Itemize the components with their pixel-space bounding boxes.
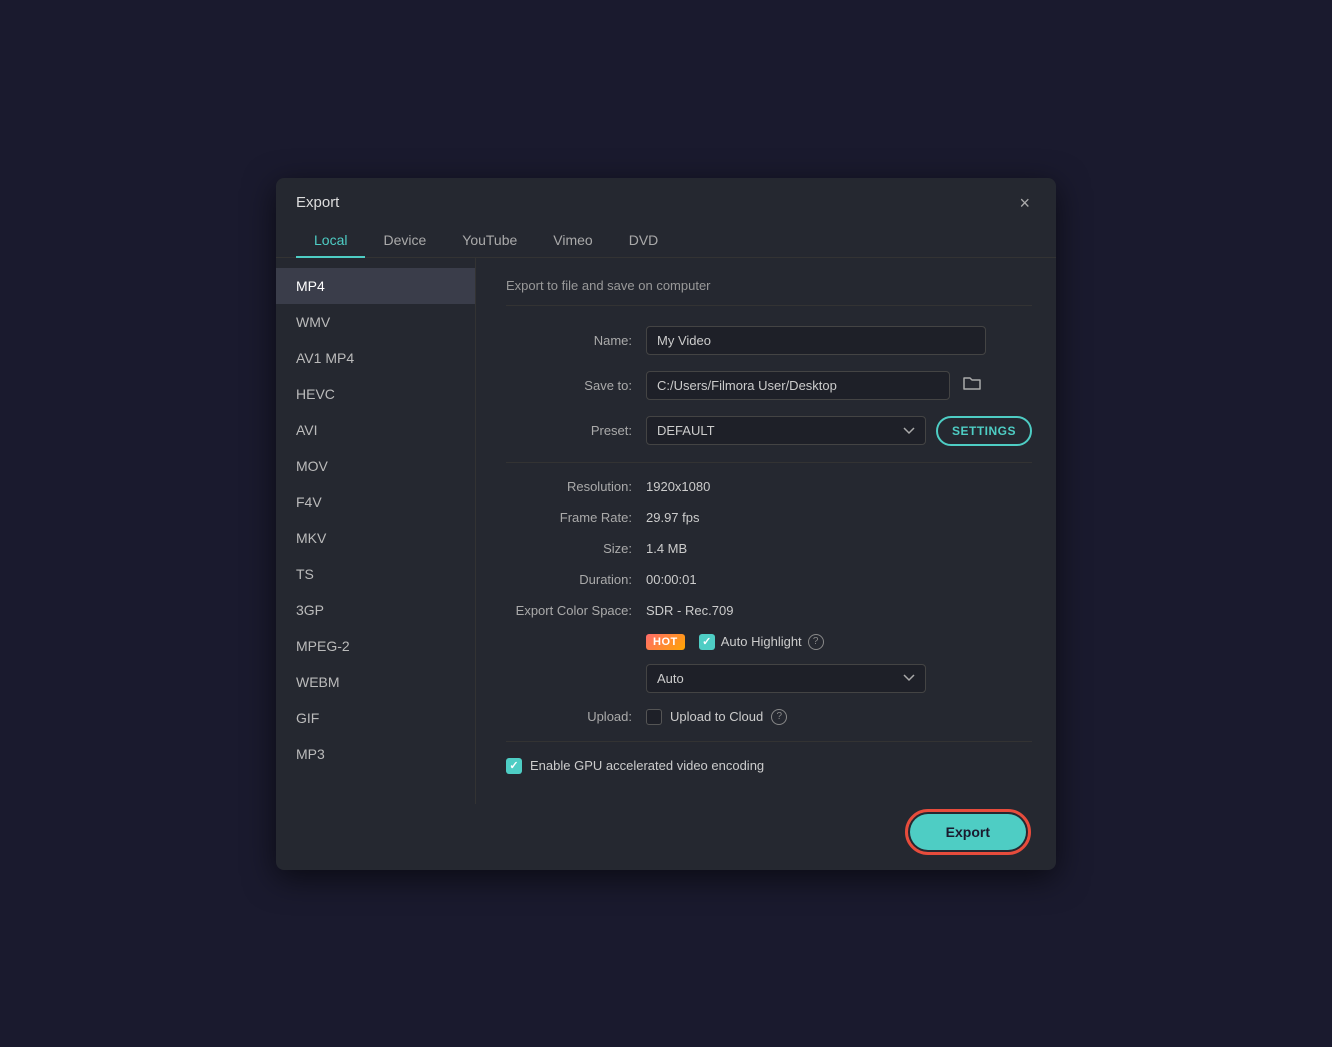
gpu-check-icon: ✓	[509, 759, 518, 772]
preset-label: Preset:	[506, 423, 646, 438]
format-item-webm[interactable]: WEBM	[276, 664, 475, 700]
auto-select-row: Auto	[506, 664, 1032, 693]
preset-select[interactable]: DEFAULT	[646, 416, 926, 445]
tab-dvd[interactable]: DVD	[611, 224, 677, 258]
gpu-label: Enable GPU accelerated video encoding	[530, 758, 764, 773]
close-button[interactable]: ×	[1013, 192, 1036, 214]
size-row: Size: 1.4 MB	[506, 541, 1032, 556]
name-row: Name:	[506, 326, 1032, 355]
auto-highlight-info-icon[interactable]: ?	[808, 634, 824, 650]
gpu-row: ✓ Enable GPU accelerated video encoding	[506, 741, 1032, 784]
preset-row: Preset: DEFAULT SETTINGS	[506, 416, 1032, 446]
resolution-row: Resolution: 1920x1080	[506, 479, 1032, 494]
upload-label: Upload:	[506, 709, 646, 724]
auto-highlight-label: Auto Highlight	[721, 634, 802, 649]
framerate-label: Frame Rate:	[506, 510, 646, 525]
upload-row: Upload: ✓ Upload to Cloud ?	[506, 709, 1032, 725]
upload-cloud-info-icon[interactable]: ?	[771, 709, 787, 725]
size-value: 1.4 MB	[646, 541, 687, 556]
format-item-mpeg2[interactable]: MPEG-2	[276, 628, 475, 664]
tab-bar: Local Device YouTube Vimeo DVD	[276, 214, 1056, 258]
size-label: Size:	[506, 541, 646, 556]
dialog-title: Export	[296, 194, 339, 211]
saveto-label: Save to:	[506, 378, 646, 393]
framerate-value: 29.97 fps	[646, 510, 700, 525]
format-item-ts[interactable]: TS	[276, 556, 475, 592]
gpu-checkbox[interactable]: ✓	[506, 758, 522, 774]
format-item-3gp[interactable]: 3GP	[276, 592, 475, 628]
colorspace-label: Export Color Space:	[506, 603, 646, 618]
format-item-f4v[interactable]: F4V	[276, 484, 475, 520]
format-item-mp3[interactable]: MP3	[276, 736, 475, 772]
format-item-mp4[interactable]: MP4	[276, 268, 475, 304]
colorspace-value: SDR - Rec.709	[646, 603, 733, 618]
auto-highlight-checkbox[interactable]: ✓	[699, 634, 715, 650]
export-dialog: Export × Local Device YouTube Vimeo DVD …	[276, 178, 1056, 870]
export-button[interactable]: Export	[910, 814, 1026, 850]
dialog-body: MP4 WMV AV1 MP4 HEVC AVI MOV F4V MKV TS …	[276, 258, 1056, 804]
resolution-label: Resolution:	[506, 479, 646, 494]
saveto-row: Save to:	[506, 371, 1032, 400]
resolution-value: 1920x1080	[646, 479, 710, 494]
tab-vimeo[interactable]: Vimeo	[535, 224, 610, 258]
format-item-mkv[interactable]: MKV	[276, 520, 475, 556]
upload-controls: ✓ Upload to Cloud ?	[646, 709, 787, 725]
folder-browse-button[interactable]	[958, 371, 986, 400]
format-item-hevc[interactable]: HEVC	[276, 376, 475, 412]
auto-highlight-row: HOT ✓ Auto Highlight ?	[506, 634, 1032, 650]
tab-local[interactable]: Local	[296, 224, 365, 258]
upload-cloud-checkbox[interactable]: ✓	[646, 709, 662, 725]
duration-value: 00:00:01	[646, 572, 697, 587]
format-list: MP4 WMV AV1 MP4 HEVC AVI MOV F4V MKV TS …	[276, 258, 476, 804]
name-label: Name:	[506, 333, 646, 348]
path-row	[646, 371, 986, 400]
dialog-header: Export ×	[276, 178, 1056, 214]
preset-select-wrapper: DEFAULT	[646, 416, 926, 445]
auto-highlight-check-icon: ✓	[702, 635, 711, 648]
format-item-gif[interactable]: GIF	[276, 700, 475, 736]
format-item-avi[interactable]: AVI	[276, 412, 475, 448]
colorspace-row: Export Color Space: SDR - Rec.709	[506, 603, 1032, 618]
name-input[interactable]	[646, 326, 986, 355]
auto-select-wrapper: Auto	[646, 664, 926, 693]
upload-cloud-label: Upload to Cloud	[670, 709, 763, 724]
framerate-row: Frame Rate: 29.97 fps	[506, 510, 1032, 525]
duration-row: Duration: 00:00:01	[506, 572, 1032, 587]
settings-button[interactable]: SETTINGS	[936, 416, 1032, 446]
divider-1	[506, 462, 1032, 463]
saveto-input[interactable]	[646, 371, 950, 400]
settings-description: Export to file and save on computer	[506, 278, 1032, 306]
dialog-footer: Export	[276, 804, 1056, 870]
format-item-av1mp4[interactable]: AV1 MP4	[276, 340, 475, 376]
settings-panel: Export to file and save on computer Name…	[476, 258, 1062, 804]
tab-youtube[interactable]: YouTube	[444, 224, 535, 258]
duration-label: Duration:	[506, 572, 646, 587]
hot-badge: HOT	[646, 634, 685, 650]
preset-controls: DEFAULT SETTINGS	[646, 416, 1032, 446]
tab-device[interactable]: Device	[365, 224, 444, 258]
auto-select[interactable]: Auto	[646, 664, 926, 693]
format-item-wmv[interactable]: WMV	[276, 304, 475, 340]
format-item-mov[interactable]: MOV	[276, 448, 475, 484]
